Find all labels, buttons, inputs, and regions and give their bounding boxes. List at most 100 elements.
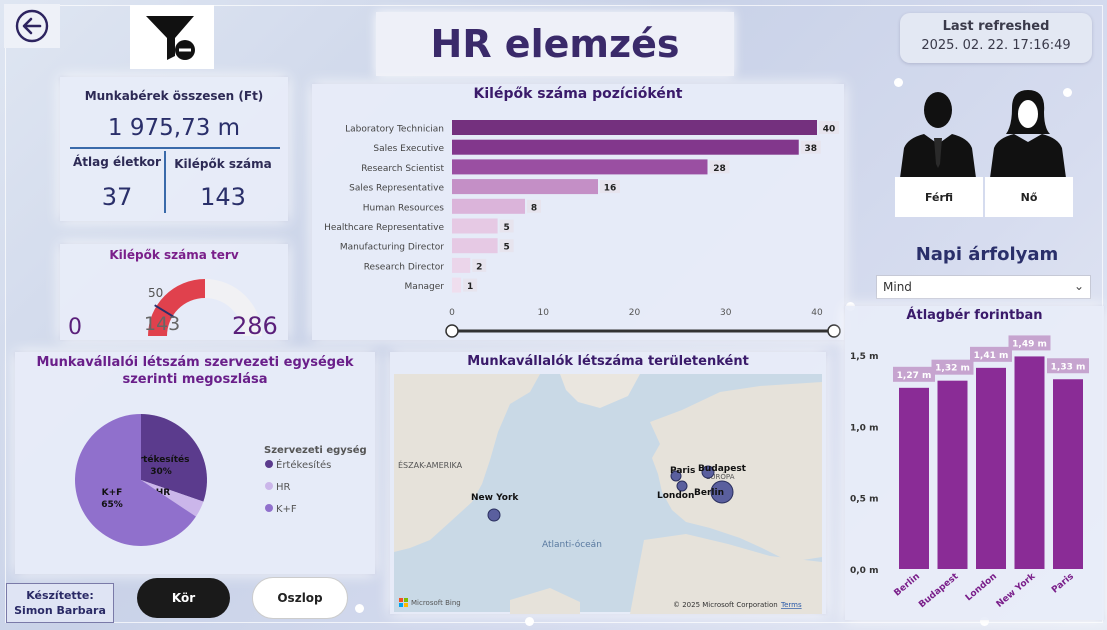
y-tick-label: 1,5 m [850, 352, 878, 362]
bar-category-label: Research Scientist [361, 164, 444, 174]
bar-value-label: 5 [503, 223, 509, 233]
bar[interactable] [452, 159, 708, 175]
pie-chart-card: Munkavállalói létszám szervezeti egysége… [15, 352, 375, 574]
pie-view-button[interactable]: Kör [137, 578, 230, 618]
gauge-chart: 50 0 143 286 [68, 279, 278, 340]
employee-map[interactable]: ÉSZAK-AMERIKA EURÓPA Atlanti-óceán New Y… [390, 352, 826, 614]
bar[interactable] [452, 277, 462, 293]
positions-bar-chart: Laboratory Technician 40 Sales Executive 38… [324, 120, 841, 338]
filter-clear-icon [146, 16, 195, 60]
gauge-target-label: 50 [148, 286, 163, 300]
department-pie-chart: Értékesítés30%HR4%K+F65%Szervezeti egysé… [75, 414, 367, 546]
bing-logo-icon [404, 598, 408, 602]
x-tick-label: 20 [629, 308, 641, 318]
positions-chart-card: Kilépők száma pozícióként Laboratory Tec… [312, 84, 844, 340]
x-category-label: Berlin [893, 572, 922, 599]
author-box: Készítette: Simon Barbara [6, 583, 114, 623]
map-city-budapest: Budapest [698, 464, 747, 474]
x-tick-label: 40 [811, 308, 823, 318]
bar[interactable] [452, 198, 525, 214]
column-value-label: 1,41 m [974, 351, 1009, 361]
male-button-label: Férfi [924, 190, 954, 204]
gauge-card: Kilépők száma terv 50 0 143 286 [60, 244, 288, 340]
chevron-down-icon: ⌄ [1073, 279, 1084, 293]
female-button[interactable]: Nő [985, 177, 1073, 217]
column-value-label: 1,32 m [935, 364, 970, 374]
x-category-label: London [964, 572, 999, 604]
y-tick-label: 1,0 m [850, 423, 878, 433]
bar-value-label: 2 [476, 262, 482, 272]
bar-category-label: Laboratory Technician [345, 125, 444, 135]
bing-logo-icon [399, 598, 403, 602]
column-view-button[interactable]: Oszlop [252, 577, 348, 619]
column-bar[interactable] [976, 367, 1006, 569]
gauge-min-label: 0 [68, 315, 82, 340]
pie-legend-label[interactable]: Értékesítés [276, 458, 331, 471]
map-city-paris: Paris [670, 466, 695, 476]
column-bar[interactable] [1053, 379, 1083, 569]
bar-value-label: 5 [503, 243, 509, 253]
pie-legend-label[interactable]: K+F [276, 504, 297, 515]
column-bar[interactable] [899, 387, 929, 569]
x-tick-label: 10 [538, 308, 550, 318]
bing-label: Microsoft Bing [411, 599, 461, 607]
last-refreshed-time: 2025. 02. 22. 17:16:49 [921, 38, 1071, 53]
bar[interactable] [452, 120, 817, 135]
x-category-label: New York [995, 571, 1039, 610]
pie-legend-label[interactable]: HR [276, 482, 291, 493]
y-tick-label: 0,0 m [850, 566, 878, 576]
leavers-value: 143 [200, 183, 246, 211]
map-terms-link[interactable]: Terms [780, 601, 802, 609]
bar-value-label: 38 [804, 144, 817, 154]
avg-salary-bar-chart: 0,0 m 0,5 m 1,0 m 1,5 m 1,27 m Berlin 1,32 m Bu… [850, 335, 1089, 610]
column-bar[interactable] [937, 380, 968, 569]
column-value-label: 1,49 m [1012, 339, 1047, 349]
bar-category-label: Sales Representative [349, 184, 444, 194]
range-slider-handle-max[interactable] [827, 324, 841, 338]
back-button[interactable] [4, 4, 60, 48]
column-bar[interactable] [1014, 356, 1045, 569]
bar-category-label: Human Resources [363, 203, 445, 213]
female-button-label: Nő [1020, 190, 1038, 204]
bing-logo-icon [399, 603, 403, 607]
map-city-berlin: Berlin [694, 488, 724, 498]
range-slider-handle-min[interactable] [445, 324, 459, 338]
bar-value-label: 40 [823, 125, 836, 135]
male-button[interactable]: Férfi [895, 177, 983, 217]
map-copyright: © 2025 Microsoft Corporation [673, 601, 778, 609]
gauge-max-label: 286 [232, 312, 278, 340]
pie-slice-value: 30% [150, 467, 172, 477]
bar-value-label: 8 [531, 203, 537, 213]
bar[interactable] [452, 179, 598, 195]
bar-value-label: 1 [467, 282, 473, 292]
clear-filter-button[interactable] [130, 5, 214, 69]
bar[interactable] [452, 238, 498, 254]
male-icon [900, 92, 976, 178]
last-refreshed-label: Last refreshed [942, 19, 1050, 34]
bar-category-label: Healthcare Representative [324, 223, 444, 233]
map-bubble-new-york[interactable] [487, 508, 501, 522]
bar-category-label: Sales Executive [373, 144, 444, 154]
map-label-ocean: Atlanti-óceán [542, 539, 602, 550]
last-refreshed-box: Last refreshed 2025. 02. 22. 17:16:49 [900, 13, 1092, 63]
bar-category-label: Manufacturing Director [340, 243, 444, 253]
x-tick-label: 30 [720, 308, 732, 318]
pie-legend-swatch [265, 460, 273, 468]
rate-dropdown[interactable]: Mind ⌄ [876, 275, 1091, 299]
y-tick-label: 0,5 m [850, 495, 878, 505]
avg-age-value: 37 [101, 183, 133, 211]
x-category-label: Paris [1050, 572, 1076, 596]
map-city-new-york: New York [471, 493, 519, 503]
pie-slice-value: 65% [101, 500, 123, 510]
bar[interactable] [452, 257, 471, 273]
bar[interactable] [452, 218, 498, 234]
salary-total-value: 1 975,73 m [107, 115, 241, 141]
male-female-icons [900, 90, 1066, 178]
bar[interactable] [452, 139, 799, 155]
column-view-label: Oszlop [277, 591, 323, 605]
gauge-value-label: 143 [144, 313, 180, 335]
leavers-label: Kilépők száma [174, 157, 272, 171]
page-title-box: HR elemzés [376, 12, 734, 76]
column-value-label: 1,33 m [1051, 362, 1086, 372]
map-bubble-london[interactable] [676, 480, 688, 492]
